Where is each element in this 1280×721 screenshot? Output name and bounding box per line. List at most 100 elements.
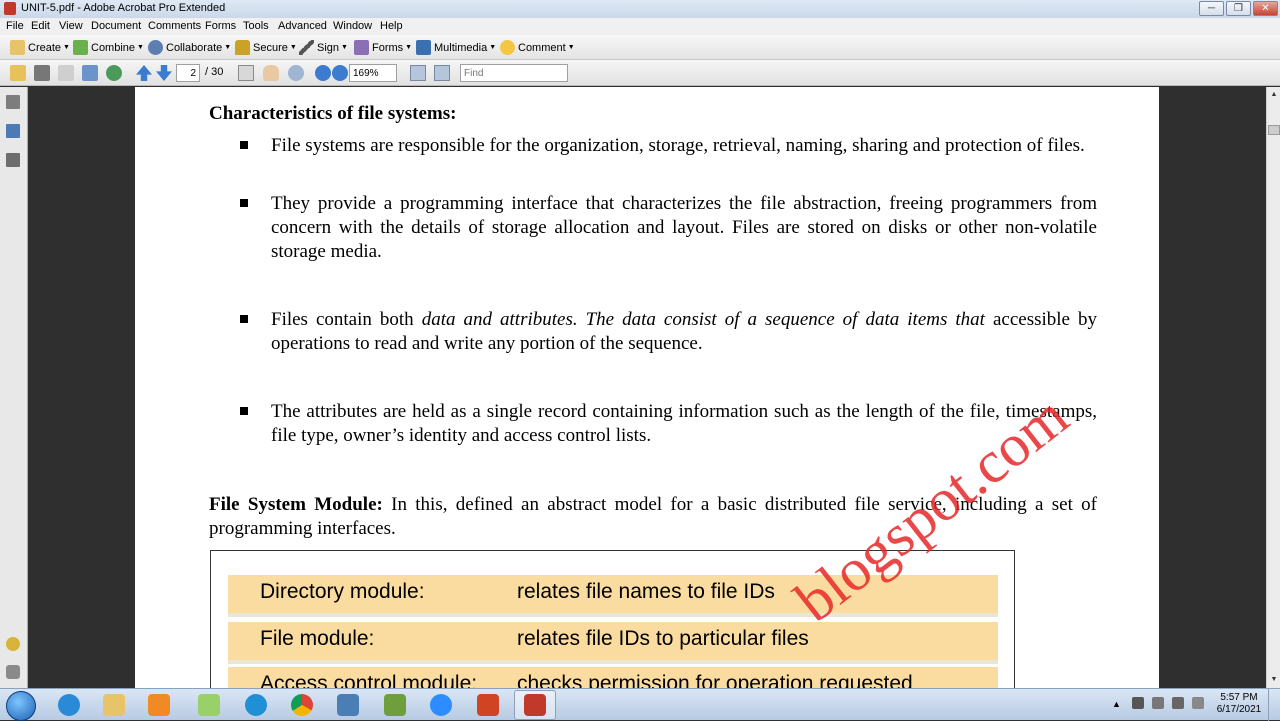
fit-width-icon[interactable] — [434, 65, 450, 81]
title-bar: UNIT-5.pdf - Adobe Acrobat Pro Extended … — [0, 0, 1280, 18]
tasks-toolbar: Create ▼ Combine ▼ Collaborate ▼ Secure ▼ Si… — [0, 35, 1280, 60]
open-folder-icon[interactable] — [10, 65, 26, 81]
menu-bar: File Edit View Document Comments Forms T… — [0, 18, 1280, 35]
clock[interactable]: 5:57 PM 6/17/2021 — [1214, 692, 1264, 716]
hand-tool-icon[interactable] — [263, 65, 279, 81]
taskbar-media[interactable] — [138, 690, 180, 720]
menu-window[interactable]: Window — [333, 20, 372, 32]
pdf-page: Characteristics of file systems: File sy… — [135, 87, 1159, 688]
forms-button[interactable]: Forms ▼ — [354, 39, 412, 56]
signatures-panel-icon[interactable] — [6, 153, 20, 167]
start-button[interactable] — [6, 691, 36, 721]
menu-help[interactable]: Help — [380, 20, 403, 32]
taskbar-zoom[interactable] — [420, 690, 462, 720]
windows-taskbar: ▲ 5:57 PM 6/17/2021 — [0, 688, 1280, 721]
bullet-text: File systems are responsible for the org… — [271, 135, 1085, 156]
next-page-icon[interactable] — [156, 65, 172, 81]
film-icon — [416, 40, 431, 55]
network-tray-icon[interactable] — [1152, 697, 1164, 709]
taskbar-app[interactable] — [327, 690, 369, 720]
bookmarks-panel-icon[interactable] — [6, 124, 20, 138]
dropdown-arrow-icon: ▼ — [341, 44, 348, 51]
pen-icon — [299, 40, 314, 55]
menu-view[interactable]: View — [59, 20, 83, 32]
menu-edit[interactable]: Edit — [31, 20, 50, 32]
taskbar-ie[interactable] — [48, 690, 90, 720]
dropdown-arrow-icon: ▼ — [63, 44, 70, 51]
pages-panel-icon[interactable] — [6, 95, 20, 109]
select-tool-icon[interactable] — [238, 65, 254, 81]
print-icon[interactable] — [34, 65, 50, 81]
module-name: Directory module: — [260, 580, 425, 603]
menu-tools[interactable]: Tools — [243, 20, 269, 32]
bullet-marker — [240, 199, 248, 207]
collaborate-button[interactable]: Collaborate ▼ — [148, 39, 231, 56]
module-name: File module: — [260, 627, 375, 650]
zoom-in-icon[interactable] — [332, 65, 348, 81]
combine-button[interactable]: Combine ▼ — [73, 39, 144, 56]
find-input[interactable] — [460, 64, 568, 82]
page-heading: Characteristics of file systems: — [209, 103, 457, 124]
show-hidden-icons[interactable]: ▲ — [1112, 699, 1121, 709]
navigation-pane — [0, 87, 28, 688]
network-icon — [337, 694, 359, 716]
bullet-text: Files contain both data and attributes. … — [271, 309, 1097, 354]
sticky-notes-icon — [198, 694, 220, 716]
volume-icon[interactable] — [1172, 697, 1184, 709]
taskbar-app[interactable] — [467, 690, 509, 720]
menu-document[interactable]: Document — [91, 20, 141, 32]
page-number-input[interactable] — [176, 64, 200, 82]
module-name: Access control module: — [260, 672, 478, 688]
attachments-panel-icon[interactable] — [6, 665, 20, 679]
dropdown-arrow-icon: ▼ — [137, 44, 144, 51]
dropdown-arrow-icon: ▼ — [489, 44, 497, 51]
menu-comments[interactable]: Comments — [148, 20, 201, 32]
email-icon[interactable] — [82, 65, 98, 81]
taskbar-explorer[interactable] — [93, 690, 135, 720]
scroll-up-icon[interactable]: ▲ — [1268, 89, 1280, 101]
taskbar-chrome[interactable] — [281, 690, 323, 720]
close-button[interactable]: ✕ — [1253, 1, 1278, 16]
menu-file[interactable]: File — [6, 20, 24, 32]
page-total: / 30 — [205, 66, 224, 78]
comment-icon — [500, 40, 515, 55]
fit-page-icon[interactable] — [410, 65, 426, 81]
comments-panel-icon[interactable] — [6, 637, 20, 651]
secure-button[interactable]: Secure ▼ — [235, 39, 297, 56]
restore-button[interactable]: ❐ — [1226, 1, 1251, 16]
dropdown-arrow-icon: ▼ — [289, 44, 297, 51]
internet-explorer-icon — [58, 694, 80, 716]
acrobat-icon — [524, 694, 546, 716]
taskbar-edge[interactable] — [235, 690, 277, 720]
minimize-button[interactable]: ─ — [1199, 1, 1224, 16]
zoom-app-icon — [430, 694, 452, 716]
document-viewport[interactable]: Characteristics of file systems: File sy… — [29, 87, 1266, 688]
taskbar-acrobat[interactable] — [514, 690, 556, 720]
vertical-scrollbar[interactable]: ▲ ▼ — [1266, 87, 1280, 688]
flag-icon[interactable] — [1132, 697, 1144, 709]
zoom-out-icon[interactable] — [315, 65, 331, 81]
navigation-toolbar: / 30 — [0, 60, 1280, 86]
presentation-icon — [477, 694, 499, 716]
menu-forms[interactable]: Forms — [205, 20, 236, 32]
media-player-icon — [148, 694, 170, 716]
scroll-down-icon[interactable]: ▼ — [1268, 674, 1280, 686]
upload-icon[interactable] — [106, 65, 122, 81]
bullet-marker — [240, 141, 248, 149]
zoom-tool-icon[interactable] — [288, 65, 304, 81]
multimedia-button[interactable]: Multimedia ▼ — [416, 39, 496, 56]
bullet-text: They provide a programming interface tha… — [271, 193, 1097, 262]
show-desktop-button[interactable] — [1268, 689, 1280, 721]
save-icon[interactable] — [58, 65, 74, 81]
taskbar-app[interactable] — [374, 690, 416, 720]
scroll-thumb[interactable] — [1268, 125, 1280, 135]
previous-page-icon[interactable] — [136, 65, 152, 81]
taskbar-notes[interactable] — [188, 690, 230, 720]
menu-advanced[interactable]: Advanced — [278, 20, 327, 32]
create-button[interactable]: Create ▼ — [10, 39, 70, 56]
comment-button[interactable]: Comment ▼ — [500, 39, 575, 56]
language-icon[interactable] — [1192, 697, 1204, 709]
sign-button[interactable]: Sign ▼ — [299, 39, 348, 56]
create-icon — [10, 40, 25, 55]
zoom-level-input[interactable] — [349, 64, 397, 82]
